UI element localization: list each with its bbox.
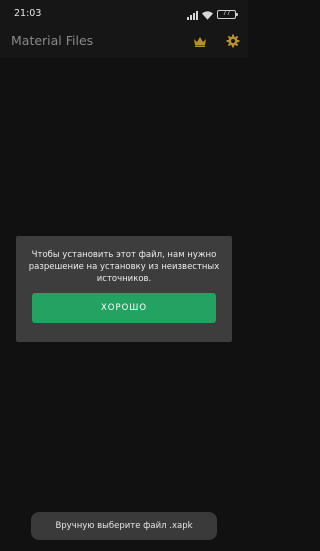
toast: Вручную выберите файл .xapk (31, 512, 217, 540)
crown-icon[interactable] (190, 32, 210, 50)
dialog-message: Чтобы установить этот файл, нам нужно ра… (28, 250, 220, 284)
ok-button[interactable]: ХОРОШО (32, 293, 216, 323)
status-bar: 21:03 77 (0, 0, 248, 28)
toast-text: Вручную выберите файл .xapk (55, 521, 193, 531)
battery-icon: 77 (217, 9, 238, 19)
gear-icon[interactable] (223, 31, 243, 51)
wifi-icon (202, 5, 213, 24)
ok-button-label: ХОРОШО (100, 303, 148, 313)
app-bar: Material Files (0, 28, 248, 58)
signal-icon (187, 5, 198, 24)
status-time: 21:03 (14, 8, 42, 19)
battery-level: 77 (222, 10, 231, 17)
permission-dialog: Чтобы установить этот файл, нам нужно ра… (16, 236, 232, 342)
app-title: Material Files (11, 33, 94, 48)
status-icons: 77 (187, 8, 238, 20)
